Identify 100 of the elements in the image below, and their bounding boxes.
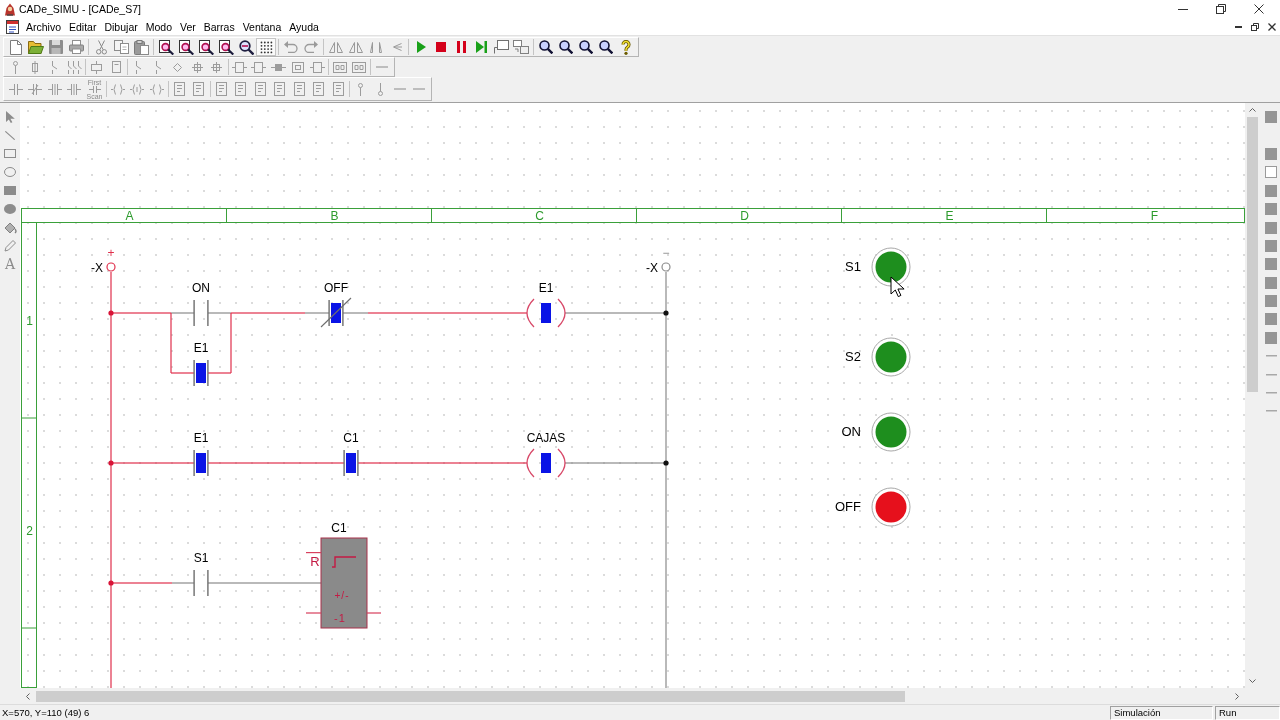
close-icon[interactable] <box>1268 22 1276 31</box>
line-icon[interactable] <box>1265 392 1277 395</box>
rectangle-icon[interactable] <box>4 149 16 159</box>
close-icon[interactable] <box>1254 4 1264 14</box>
function-block-icon[interactable] <box>293 82 305 96</box>
new-file-icon[interactable] <box>10 39 22 55</box>
restore-icon[interactable] <box>1251 22 1259 31</box>
windows-icon[interactable] <box>513 40 529 54</box>
contact-icon[interactable] <box>88 85 101 93</box>
step-icon[interactable] <box>475 41 487 53</box>
contact-box-icon[interactable] <box>251 61 267 73</box>
switch-icon[interactable] <box>135 60 143 74</box>
square-icon[interactable] <box>1265 258 1277 271</box>
switch-icon[interactable] <box>154 60 162 74</box>
block-icon[interactable] <box>111 61 121 73</box>
terminal-icon[interactable] <box>13 60 19 74</box>
minimize-icon[interactable] <box>1235 25 1242 28</box>
pen-icon[interactable] <box>4 239 16 252</box>
terminal-icon[interactable] <box>377 82 383 96</box>
contact-icon[interactable] <box>8 83 23 95</box>
square-outline-icon[interactable] <box>1265 166 1277 179</box>
menu-item[interactable]: Ventana <box>238 20 286 33</box>
scroll-up-icon[interactable] <box>1249 108 1256 112</box>
scrollbar-thumb[interactable] <box>36 690 905 702</box>
square-icon[interactable] <box>1265 295 1277 308</box>
page-magnifier-icon[interactable] <box>218 39 234 55</box>
diamond-icon[interactable] <box>173 62 183 72</box>
contact-icon[interactable] <box>28 83 43 95</box>
line-icon[interactable] <box>375 66 388 68</box>
pointer-icon[interactable] <box>5 111 15 124</box>
function-block-icon[interactable] <box>173 82 185 96</box>
square-icon[interactable] <box>1265 111 1277 124</box>
terminal-icon[interactable] <box>358 82 364 96</box>
scrollbar-thumb[interactable] <box>1247 117 1258 392</box>
coil-icon[interactable] <box>149 83 164 95</box>
line-icon[interactable] <box>1265 410 1277 413</box>
menu-item[interactable]: Dibujar <box>100 20 142 33</box>
menu-item[interactable]: Ayuda <box>285 20 323 33</box>
filled-rectangle-icon[interactable] <box>4 186 16 196</box>
connector-icon[interactable] <box>270 62 286 72</box>
redo-arrow-icon[interactable] <box>304 41 318 53</box>
double-box-icon[interactable] <box>352 61 367 73</box>
zoom-icon[interactable] <box>559 40 573 54</box>
square-icon[interactable] <box>1265 239 1277 252</box>
square-icon[interactable] <box>1265 313 1277 326</box>
help-icon[interactable] <box>621 39 631 55</box>
square-icon[interactable] <box>1265 184 1277 197</box>
minimize-icon[interactable] <box>1178 8 1188 10</box>
play-icon[interactable] <box>416 41 426 53</box>
undo-arrow-icon[interactable] <box>284 41 298 53</box>
switches-icon[interactable] <box>66 60 82 74</box>
square-icon[interactable] <box>1265 331 1277 344</box>
function-block-icon[interactable] <box>235 82 247 96</box>
zoom-icon[interactable] <box>539 40 553 54</box>
menu-item[interactable]: Barras <box>199 20 239 33</box>
line-tool-icon[interactable] <box>5 131 15 141</box>
copy-icon[interactable] <box>113 40 129 54</box>
function-block-icon[interactable] <box>193 82 205 96</box>
function-block-icon[interactable] <box>215 82 227 96</box>
menu-item[interactable]: Ver <box>176 20 200 33</box>
cross-box-icon[interactable] <box>191 61 203 73</box>
clipboard-icon[interactable] <box>133 39 149 55</box>
magnifier-icon[interactable] <box>238 39 254 55</box>
filled-ellipse-icon[interactable] <box>4 204 16 215</box>
double-box-icon[interactable] <box>332 61 347 73</box>
line-icon[interactable] <box>393 88 406 90</box>
fuse-icon[interactable] <box>32 60 39 74</box>
printer-icon[interactable] <box>68 40 84 54</box>
zoom-icon[interactable] <box>579 40 593 54</box>
flip-icon[interactable] <box>370 41 382 53</box>
closed-contact-symbol[interactable] <box>320 297 352 328</box>
restore-icon[interactable] <box>1216 4 1226 14</box>
contact-symbol[interactable] <box>343 450 359 476</box>
document-icon[interactable] <box>6 19 19 34</box>
window-icon[interactable] <box>493 40 509 54</box>
page-magnifier-icon[interactable] <box>198 39 214 55</box>
line-icon[interactable] <box>1265 355 1277 358</box>
pause-icon[interactable] <box>456 41 466 53</box>
ellipse-icon[interactable] <box>4 167 16 178</box>
page-magnifier-icon[interactable] <box>158 39 174 55</box>
contact-symbol[interactable] <box>193 450 209 476</box>
function-block-icon[interactable] <box>313 82 325 96</box>
coil-icon[interactable] <box>130 83 145 95</box>
relay-icon[interactable] <box>91 60 103 74</box>
function-block-icon[interactable] <box>254 82 266 96</box>
square-icon[interactable] <box>1265 276 1277 289</box>
zoom-icon[interactable] <box>599 40 613 54</box>
paint-bucket-icon[interactable] <box>3 221 17 234</box>
mirror-icon[interactable] <box>349 41 363 53</box>
scroll-right-icon[interactable] <box>1235 692 1239 700</box>
mirror-icon[interactable] <box>329 41 343 53</box>
menu-item[interactable]: Archivo <box>22 20 65 33</box>
square-icon[interactable] <box>1265 221 1277 234</box>
line-icon[interactable] <box>413 88 426 90</box>
framed-box-icon[interactable] <box>291 61 304 73</box>
line-icon[interactable] <box>1265 373 1277 376</box>
menu-item[interactable]: Modo <box>141 20 176 33</box>
arrows-icon[interactable] <box>390 42 402 52</box>
contact-icon[interactable] <box>47 83 62 95</box>
contact-icon[interactable] <box>67 83 82 95</box>
